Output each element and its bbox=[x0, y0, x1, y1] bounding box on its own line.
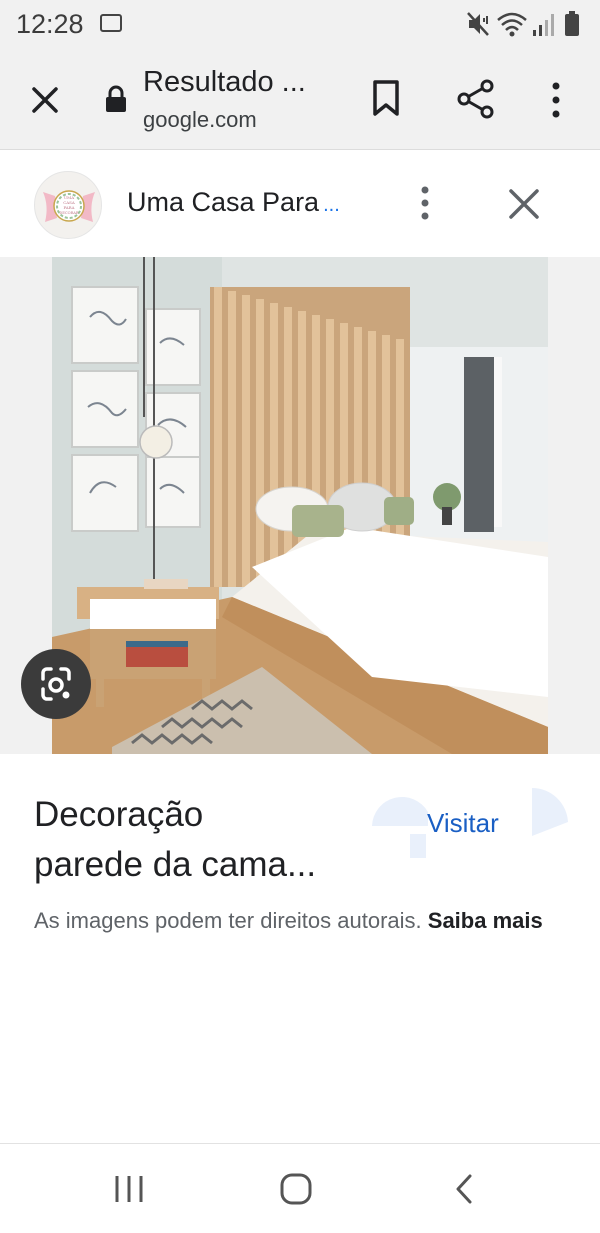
status-time: 12:28 bbox=[16, 9, 84, 39]
bedroom-photo[interactable] bbox=[52, 257, 548, 754]
mute-icon bbox=[467, 12, 489, 36]
visit-button[interactable]: Visitar bbox=[427, 808, 499, 839]
lock-icon[interactable] bbox=[104, 84, 128, 114]
status-bar: 12:28 bbox=[0, 0, 600, 50]
browser-toolbar: Resultado ... google.com bbox=[0, 50, 600, 150]
svg-text:PARA: PARA bbox=[63, 205, 74, 210]
bookmark-icon[interactable] bbox=[368, 78, 404, 118]
recents-icon[interactable] bbox=[112, 1174, 146, 1204]
source-avatar[interactable]: UMA CASA PARA DECORAR bbox=[34, 171, 102, 239]
copyright-text: As imagens podem ter direitos autorais. bbox=[34, 908, 422, 933]
home-icon[interactable] bbox=[279, 1172, 313, 1206]
source-name-ellipsis: ... bbox=[323, 194, 340, 216]
lens-icon bbox=[41, 667, 71, 701]
google-lens-button[interactable] bbox=[21, 649, 91, 719]
page-title: Resultado ... bbox=[143, 66, 306, 98]
more-vert-icon[interactable] bbox=[540, 78, 572, 122]
copyright-notice: As imagens podem ter direitos autorais. … bbox=[34, 904, 574, 937]
signal-icon bbox=[533, 14, 554, 36]
close-icon[interactable] bbox=[26, 81, 64, 119]
battery-icon bbox=[565, 11, 579, 36]
learn-more-link[interactable]: Saiba mais bbox=[428, 908, 543, 933]
more-vert-icon[interactable] bbox=[410, 183, 440, 223]
gallery-icon bbox=[100, 14, 122, 32]
page-url[interactable]: google.com bbox=[143, 107, 257, 133]
source-header: UMA CASA PARA DECORAR Uma Casa Para... bbox=[0, 151, 600, 257]
back-icon[interactable] bbox=[452, 1172, 476, 1206]
close-icon[interactable] bbox=[505, 185, 543, 223]
source-logo: UMA CASA PARA DECORAR bbox=[43, 190, 95, 222]
result-title-line2: parede da cama... bbox=[34, 845, 317, 884]
share-icon[interactable] bbox=[454, 77, 498, 121]
result-title-line1: Decoração bbox=[34, 795, 204, 834]
wifi-icon bbox=[497, 12, 527, 37]
result-title: Decoração parede da cama... bbox=[34, 790, 394, 890]
status-icons bbox=[466, 10, 586, 38]
image-preview-area bbox=[0, 257, 600, 754]
system-nav-bar bbox=[0, 1143, 600, 1233]
source-name[interactable]: Uma Casa Para... bbox=[127, 187, 340, 218]
svg-text:DECORAR: DECORAR bbox=[59, 211, 79, 215]
